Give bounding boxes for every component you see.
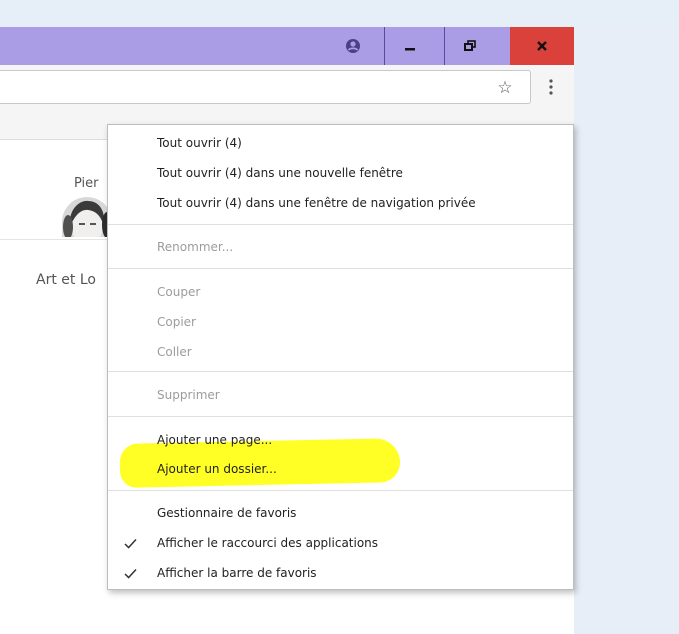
menu-separator	[108, 490, 573, 491]
menu-item-add-page[interactable]: Ajouter une page...	[157, 429, 272, 451]
menu-item-open-all-incognito[interactable]: Tout ouvrir (4) dans une fenêtre de navi…	[157, 192, 476, 214]
menu-item-rename[interactable]: Renommer...	[157, 236, 233, 258]
menu-item-show-bookmarks-bar[interactable]: Afficher la barre de favoris	[157, 562, 317, 584]
person-name: Pier	[74, 176, 99, 191]
menu-item-add-folder[interactable]: Ajouter un dossier...	[157, 458, 277, 480]
bookmark-star-icon[interactable]: ☆	[494, 78, 516, 98]
menu-item-open-all-new-window[interactable]: Tout ouvrir (4) dans une nouvelle fenêtr…	[157, 162, 403, 184]
browser-menu-button[interactable]	[541, 75, 561, 99]
desktop-background-top	[0, 0, 679, 27]
close-icon	[537, 41, 547, 51]
close-button[interactable]	[510, 27, 574, 65]
checkmark-icon	[122, 562, 138, 584]
address-bar[interactable]: ☆	[0, 70, 531, 104]
browser-titlebar	[0, 27, 574, 65]
menu-item-bookmark-manager[interactable]: Gestionnaire de favoris	[157, 502, 296, 524]
avatar	[62, 197, 112, 237]
menu-item-cut[interactable]: Couper	[157, 281, 200, 303]
menu-separator	[108, 371, 573, 372]
menu-item-open-all[interactable]: Tout ouvrir (4)	[157, 132, 242, 154]
restore-icon	[463, 40, 476, 51]
profile-icon[interactable]	[333, 27, 373, 65]
content-divider	[0, 239, 120, 240]
vertical-dots-icon	[549, 79, 553, 95]
menu-item-delete[interactable]: Supprimer	[157, 384, 220, 406]
page-caption: Art et Lo	[36, 272, 96, 288]
menu-item-copy[interactable]: Copier	[157, 311, 196, 333]
minimize-icon	[404, 48, 415, 51]
checkmark-icon-glyph	[123, 538, 137, 549]
avatar-photo	[62, 197, 112, 237]
browser-toolbar: ☆	[0, 65, 574, 110]
checkmark-icon	[122, 532, 138, 554]
desktop-background-right	[574, 27, 679, 634]
checkmark-icon-glyph	[123, 568, 137, 579]
menu-item-show-apps-shortcut[interactable]: Afficher le raccourci des applications	[157, 532, 378, 554]
menu-item-paste[interactable]: Coller	[157, 341, 192, 363]
bookmark-context-menu: Tout ouvrir (4) Tout ouvrir (4) dans une…	[107, 124, 574, 590]
menu-separator	[108, 224, 573, 225]
menu-separator	[108, 416, 573, 417]
restore-button[interactable]	[444, 27, 494, 65]
menu-separator	[108, 268, 573, 269]
profile-icon-glyph	[346, 39, 360, 53]
minimize-button[interactable]	[384, 27, 434, 65]
